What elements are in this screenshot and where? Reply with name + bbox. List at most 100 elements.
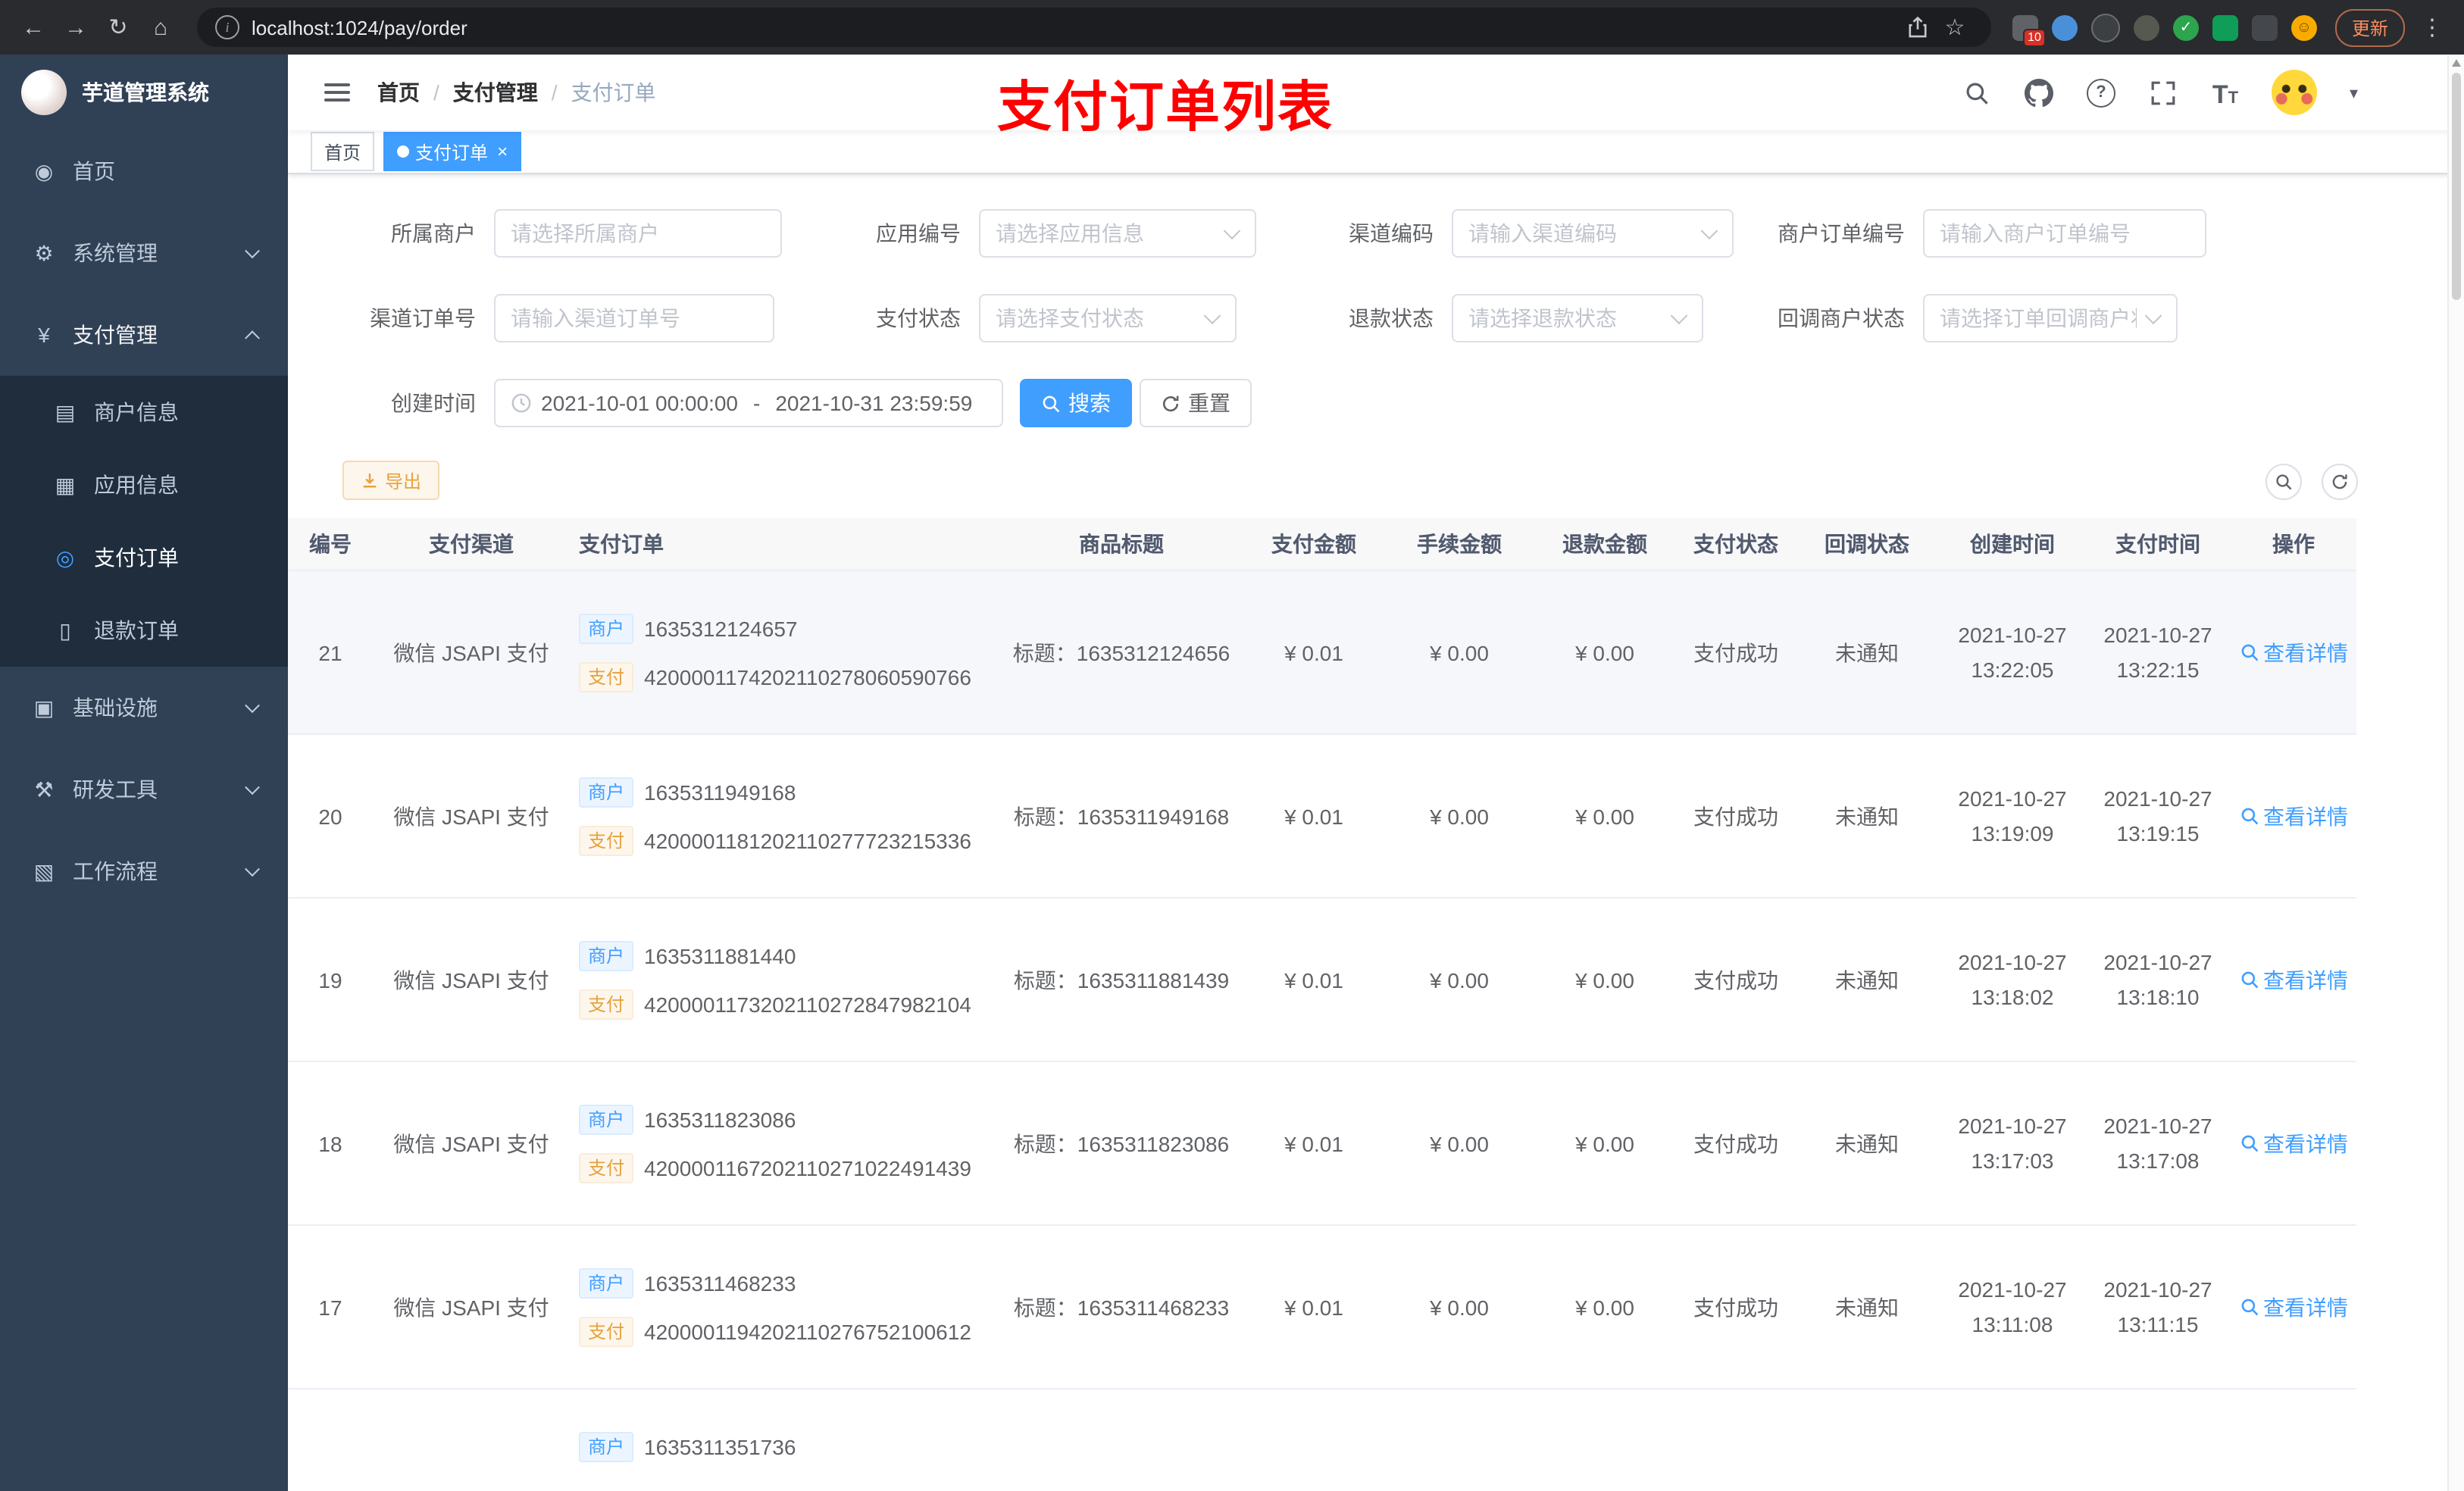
search-icon — [2240, 808, 2258, 825]
notify-status-input[interactable] — [1940, 306, 2137, 330]
help-icon[interactable]: ? — [2086, 77, 2116, 108]
extension-icon-1[interactable]: 10 — [2012, 14, 2046, 46]
cell-pay-order: 商户 1635311468233 支付 42000011942021102767… — [570, 1226, 1002, 1388]
sidebar-item-pay-order[interactable]: ◎ 支付订单 — [0, 521, 288, 594]
pay-tag: 支付 — [579, 825, 634, 855]
app-logo[interactable]: 芋道管理系统 — [0, 55, 288, 130]
fullscreen-icon[interactable] — [2148, 77, 2178, 108]
view-detail-label: 查看详情 — [2263, 967, 2348, 992]
active-tab-dot — [397, 145, 410, 158]
breadcrumb-pay-management[interactable]: 支付管理 — [453, 77, 538, 108]
browser-update-button[interactable]: 更新 — [2334, 8, 2405, 46]
view-detail-link[interactable]: 查看详情 — [2239, 1292, 2348, 1322]
sidebar-item-system[interactable]: ⚙ 系统管理 — [0, 212, 288, 294]
browser-back-icon[interactable]: ← — [12, 6, 55, 48]
refund-status-select[interactable] — [1452, 294, 1703, 342]
browser-menu-kebab-icon[interactable]: ⋮ — [2419, 6, 2446, 48]
tab-pay-order[interactable]: 支付订单 × — [383, 132, 522, 171]
view-detail-link[interactable]: 查看详情 — [2239, 801, 2348, 831]
browser-profile-avatar[interactable]: ☺ — [2290, 14, 2317, 40]
sidebar-item-pay[interactable]: ¥ 支付管理 — [0, 294, 288, 376]
table-row: 20 微信 JSAPI 支付 商户 1635311949168 支付 42000… — [288, 735, 2356, 899]
search-icon[interactable] — [1962, 77, 1992, 108]
filter-refund-status: 退款状态 — [1300, 294, 1703, 342]
view-detail-link[interactable]: 查看详情 — [2239, 1128, 2348, 1158]
merchant-input[interactable] — [511, 221, 765, 245]
cell-pay-order: 商户 1635311881440 支付 42000011732021102728… — [570, 899, 1002, 1061]
page-scrollbar[interactable] — [2447, 55, 2464, 1491]
user-avatar[interactable] — [2272, 70, 2318, 115]
extension-icon-5[interactable]: ✓ — [2172, 14, 2199, 40]
toggle-search-button[interactable] — [2265, 464, 2302, 500]
extension-icon-3[interactable] — [2090, 13, 2120, 42]
address-bar[interactable]: i localhost:1024/pay/order ☆ — [197, 8, 1991, 47]
chevron-down-icon — [245, 861, 260, 877]
merchant-order-no: 1635311881440 — [644, 943, 796, 967]
sidebar-item-refund-order[interactable]: ▯ 退款订单 — [0, 594, 288, 667]
app-select[interactable] — [979, 209, 1256, 258]
tab-home[interactable]: 首页 — [311, 132, 375, 171]
merchant-order-no-field[interactable] — [1923, 209, 2206, 258]
avatar-caret-down-icon[interactable]: ▾ — [2350, 83, 2358, 102]
browser-forward-icon[interactable]: → — [55, 6, 97, 48]
extension-icon-4[interactable] — [2133, 14, 2159, 40]
sidebar-item-merchant-info[interactable]: ▤ 商户信息 — [0, 376, 288, 449]
merchant-order-no-input[interactable] — [1940, 221, 2190, 245]
table-row: 17 微信 JSAPI 支付 商户 1635311468233 支付 42000… — [288, 1226, 2356, 1389]
sidebar-item-devtools[interactable]: ⚒ 研发工具 — [0, 749, 288, 830]
screen: ← → ↻ ⌂ i localhost:1024/pay/order ☆ 10 … — [0, 0, 2464, 1491]
pay-status-select[interactable] — [979, 294, 1237, 342]
cell-pay-order: 商户 1635311949168 支付 42000011812021102777… — [570, 735, 1002, 897]
app-select-input[interactable] — [996, 221, 1215, 245]
tab-close-icon[interactable]: × — [497, 142, 508, 161]
create-time-range-picker[interactable]: 2021-10-01 00:00:00 - 2021-10-31 23:59:5… — [494, 379, 1003, 427]
merchant-order-line: 商户 1635311468233 — [579, 1268, 796, 1298]
table-header-row: 编号 支付渠道 支付订单 商品标题 支付金额 手续金额 退款金额 支付状态 回调… — [288, 518, 2356, 571]
export-button[interactable]: 导出 — [342, 461, 440, 500]
notify-status-select[interactable] — [1923, 294, 2178, 342]
channel-code-select[interactable] — [1452, 209, 1734, 258]
pay-clock: 13:17:08 — [2116, 1148, 2200, 1172]
extension-icon-6[interactable] — [2212, 14, 2238, 40]
merchant-select[interactable] — [494, 209, 782, 258]
channel-order-no-input[interactable] — [511, 306, 758, 330]
pin-extension-icon[interactable] — [2251, 14, 2278, 40]
cell-channel: 微信 JSAPI 支付 — [393, 804, 549, 828]
col-header-id: 编号 — [309, 532, 352, 556]
devtools-icon: ⚒ — [34, 777, 54, 801]
sidebar-item-workflow[interactable]: ▧ 工作流程 — [0, 830, 288, 912]
pay-status-input[interactable] — [996, 306, 1196, 330]
create-clock: 13:22:05 — [1971, 657, 2054, 681]
search-button[interactable]: 搜索 — [1020, 379, 1132, 427]
refresh-table-button[interactable] — [2322, 464, 2358, 500]
merchant-order-no: 1635311351736 — [644, 1434, 796, 1458]
share-icon[interactable] — [1900, 9, 1937, 45]
view-detail-link[interactable]: 查看详情 — [2239, 637, 2348, 667]
reset-button[interactable]: 重置 — [1140, 379, 1252, 427]
browser-reload-icon[interactable]: ↻ — [97, 6, 139, 48]
sidebar-item-home[interactable]: ◉ 首页 — [0, 130, 288, 212]
col-header-notify-status: 回调状态 — [1825, 532, 1909, 556]
channel-code-input[interactable] — [1468, 221, 1693, 245]
create-date: 2021-10-27 — [1958, 1277, 2067, 1301]
pay-order-icon: ◎ — [55, 545, 75, 569]
github-icon[interactable] — [2024, 77, 2054, 108]
sidebar-item-infrastructure[interactable]: ▣ 基础设施 — [0, 667, 288, 749]
bookmark-star-icon[interactable]: ☆ — [1937, 9, 1973, 45]
view-detail-link[interactable]: 查看详情 — [2239, 964, 2348, 995]
cell-pay-status: 支付成功 — [1693, 967, 1778, 992]
col-header-amount: 支付金额 — [1271, 532, 1356, 556]
search-icon — [1043, 395, 1060, 412]
font-size-icon[interactable]: TT — [2210, 77, 2240, 108]
sidebar-item-app-info[interactable]: ▦ 应用信息 — [0, 449, 288, 521]
site-info-icon[interactable]: i — [215, 15, 239, 39]
hamburger-icon[interactable] — [324, 91, 350, 94]
scrollbar-up-arrow-icon[interactable] — [2452, 59, 2461, 67]
breadcrumb-home[interactable]: 首页 — [377, 77, 420, 108]
extension-icon-2[interactable] — [2051, 14, 2078, 40]
refund-status-input[interactable] — [1468, 306, 1662, 330]
merchant-order-no: 1635311949168 — [644, 780, 796, 804]
channel-order-no-field[interactable] — [494, 294, 774, 342]
browser-home-icon[interactable]: ⌂ — [139, 6, 182, 48]
scrollbar-thumb[interactable] — [2452, 73, 2461, 300]
